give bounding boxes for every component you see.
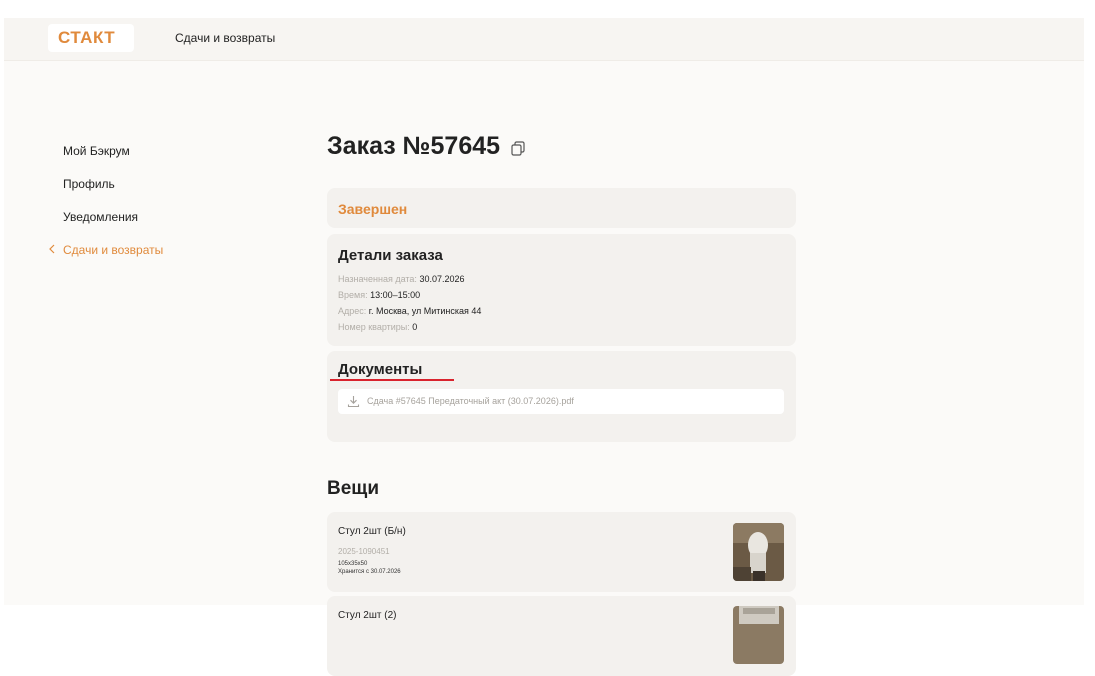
chevron-left-icon — [48, 243, 63, 257]
detail-row-apartment: Номер квартиры: 0 — [338, 322, 418, 332]
item-photo — [733, 523, 784, 581]
item-dimensions: 105x35x50 — [338, 561, 368, 567]
sidebar-item-profile[interactable]: Профиль — [63, 177, 115, 191]
detail-row-time: Время: 13:00–15:00 — [338, 290, 421, 300]
document-file-name: Сдача #57645 Передаточный акт (30.07.202… — [367, 396, 574, 406]
download-icon — [347, 395, 360, 408]
order-details-card: Детали заказа Назначенная дата: 30.07.20… — [327, 234, 796, 346]
sidebar-item-notifications[interactable]: Уведомления — [63, 210, 138, 224]
logo[interactable]: СТАКТ — [48, 24, 134, 52]
item-photo — [733, 606, 784, 664]
page-title: Заказ №57645 — [327, 132, 501, 160]
status-badge: Завершен — [338, 201, 408, 217]
items-heading: Вещи — [327, 478, 379, 499]
copy-icon[interactable] — [510, 140, 526, 156]
detail-row-date: Назначенная дата: 30.07.2026 — [338, 274, 465, 284]
app-frame: СТАКТ Сдачи и возвраты Мой Бэкрум Профил… — [4, 18, 1084, 676]
documents-card: Документы Сдача #57645 Передаточный акт … — [327, 351, 796, 442]
item-name: Стул 2шт (Б/н) — [338, 526, 406, 537]
list-item[interactable]: Стул 2шт (2) — [327, 596, 796, 676]
details-heading: Детали заказа — [338, 247, 443, 264]
document-file-row[interactable]: Сдача #57645 Передаточный акт (30.07.202… — [338, 389, 784, 414]
sidebar-item-handovers[interactable]: Сдачи и возвраты — [48, 243, 163, 257]
list-item[interactable]: Стул 2шт (Б/н) 2025-1090451 105x35x50 Хр… — [327, 512, 796, 592]
documents-heading: Документы — [338, 361, 423, 378]
item-stored-since: Хранится с 30.07.2026 — [338, 569, 401, 575]
item-name: Стул 2шт (2) — [338, 610, 397, 621]
sidebar-item-my-backroom[interactable]: Мой Бэкрум — [63, 144, 130, 158]
red-annotation-underline — [330, 379, 454, 381]
top-bar: СТАКТ Сдачи и возвраты — [4, 18, 1084, 61]
nav-link-handovers[interactable]: Сдачи и возвраты — [175, 31, 275, 45]
sidebar-item-label: Сдачи и возвраты — [63, 243, 164, 257]
item-sku: 2025-1090451 — [338, 547, 390, 556]
status-card: Завершен — [327, 188, 796, 228]
detail-row-address: Адрес: г. Москва, ул Митинская 44 — [338, 306, 482, 316]
